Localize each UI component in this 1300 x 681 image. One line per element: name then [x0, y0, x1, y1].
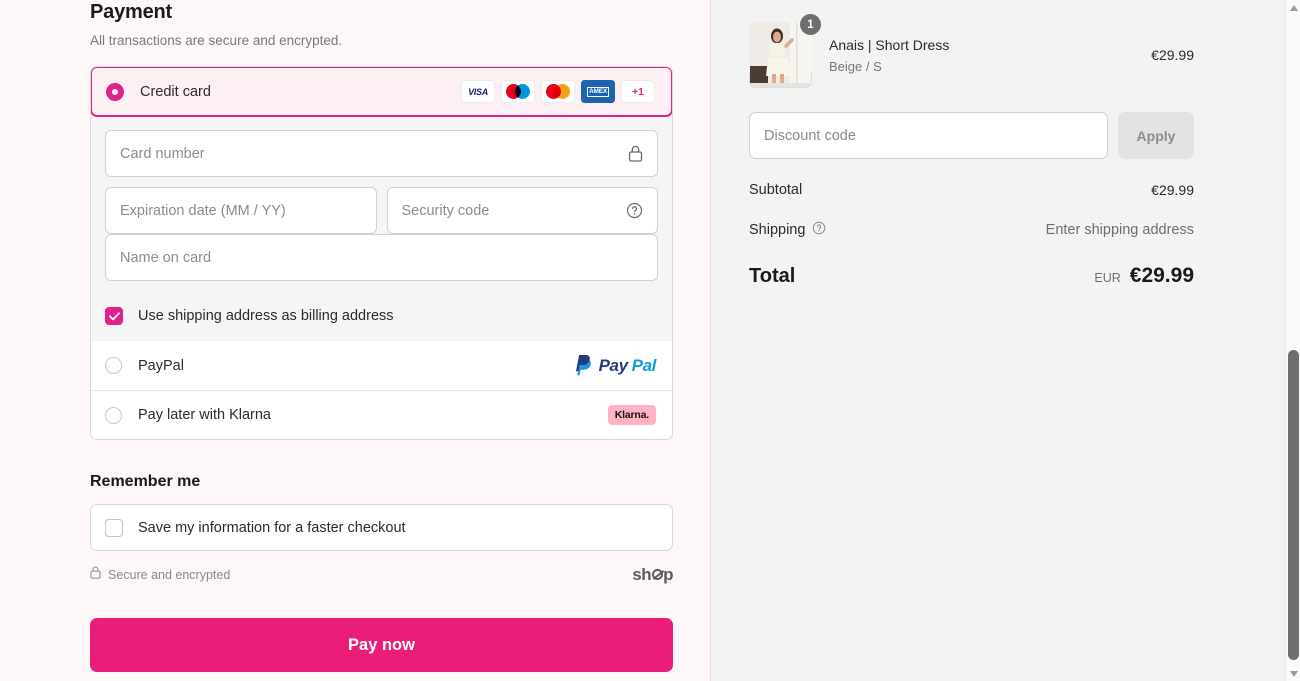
- subtotal-value: €29.99: [1151, 182, 1194, 198]
- billing-address-checkbox-row[interactable]: Use shipping address as billing address: [91, 295, 672, 341]
- card-brand-list: VISA AMEX +1: [461, 80, 655, 103]
- page-scrollbar[interactable]: [1285, 0, 1300, 681]
- checkout-page: Payment All transactions are secure and …: [0, 0, 1300, 681]
- payment-method-klarna[interactable]: Pay later with Klarna Klarna.: [91, 390, 672, 439]
- klarna-logo: Klarna.: [607, 405, 656, 425]
- product-info: Anais | Short Dress Beige / S: [829, 37, 949, 74]
- summary-total: Total EUR €29.99: [749, 264, 1194, 288]
- more-cards-badge[interactable]: +1: [621, 80, 655, 103]
- remember-me-title: Remember me: [90, 473, 201, 490]
- shipping-label-wrap: Shipping: [749, 221, 826, 239]
- summary-line-shipping: Shipping Enter shipping address: [749, 221, 1194, 239]
- save-info-checkbox[interactable]: [105, 518, 123, 537]
- quantity-badge: 1: [800, 14, 821, 35]
- apply-discount-button[interactable]: Apply: [1118, 112, 1194, 159]
- question-circle-icon[interactable]: [626, 202, 643, 219]
- apply-label: Apply: [1136, 127, 1176, 144]
- order-summary-column: 1 Anais | Short Dress Beige / S €29.99 D…: [711, 0, 1300, 681]
- scroll-down-arrow-icon[interactable]: [1286, 666, 1300, 681]
- pay-now-button[interactable]: Pay now: [90, 618, 673, 672]
- lock-icon: [90, 566, 101, 584]
- radio-klarna[interactable]: [105, 406, 122, 424]
- payment-method-label: PayPal: [138, 357, 184, 374]
- page-title: Payment: [90, 1, 172, 23]
- card-number-placeholder: Card number: [120, 145, 205, 162]
- expiration-placeholder: Expiration date (MM / YY): [120, 202, 286, 219]
- shipping-value: Enter shipping address: [1045, 222, 1194, 238]
- total-label: Total: [749, 265, 796, 287]
- payment-subtitle: All transactions are secure and encrypte…: [90, 33, 343, 48]
- discount-row: Discount code Apply: [749, 112, 1194, 159]
- credit-card-form: Card number Expiration date (MM / YY) Se…: [91, 116, 672, 295]
- shop-pay-logo: sh p: [632, 565, 673, 584]
- save-info-label: Save my information for a faster checkou…: [138, 519, 406, 536]
- scroll-up-arrow-icon[interactable]: [1286, 0, 1300, 15]
- paypal-logo: Pay Pal: [575, 355, 656, 376]
- security-code-placeholder: Security code: [401, 202, 490, 219]
- name-on-card-placeholder: Name on card: [120, 249, 212, 266]
- shop-logo-o-glyph: [651, 569, 663, 580]
- pay-now-label: Pay now: [348, 635, 415, 654]
- payment-method-paypal[interactable]: PayPal Pay Pal: [91, 341, 672, 390]
- product-price: €29.99: [1151, 47, 1194, 63]
- billing-address-label: Use shipping address as billing address: [138, 308, 394, 324]
- security-code-field[interactable]: Security code: [386, 187, 658, 234]
- payment-method-label: Pay later with Klarna: [138, 407, 271, 423]
- mastercard-icon: [541, 80, 575, 103]
- maestro-icon: [501, 80, 535, 103]
- discount-code-placeholder: Discount code: [764, 127, 856, 144]
- payment-methods-group: Credit card VISA AMEX +1 Card number Exp…: [90, 66, 673, 440]
- product-thumbnail-wrap: 1: [749, 14, 821, 88]
- discount-code-input[interactable]: Discount code: [749, 112, 1108, 159]
- total-currency: EUR: [1094, 271, 1121, 285]
- payment-column: Payment All transactions are secure and …: [0, 0, 711, 681]
- billing-address-checkbox[interactable]: [105, 307, 123, 325]
- shipping-label: Shipping: [749, 222, 806, 238]
- product-name: Anais | Short Dress: [829, 36, 950, 53]
- name-on-card-field[interactable]: Name on card: [105, 234, 658, 281]
- visa-icon: VISA: [461, 80, 495, 103]
- secure-text: Secure and encrypted: [108, 568, 231, 582]
- total-right: EUR €29.99: [1094, 264, 1194, 288]
- total-amount: €29.99: [1129, 264, 1194, 287]
- radio-credit-card[interactable]: [106, 82, 124, 101]
- amex-icon: AMEX: [581, 80, 615, 103]
- subtotal-label: Subtotal: [749, 182, 803, 198]
- payment-method-credit-card[interactable]: Credit card VISA AMEX +1: [91, 67, 672, 117]
- scrollbar-thumb[interactable]: [1288, 350, 1299, 660]
- order-item: 1 Anais | Short Dress Beige / S €29.99: [749, 14, 1194, 88]
- expiration-date-field[interactable]: Expiration date (MM / YY): [105, 187, 377, 234]
- remember-me-row[interactable]: Save my information for a faster checkou…: [90, 504, 673, 551]
- secure-footer: Secure and encrypted sh p: [90, 565, 673, 585]
- card-expiry-cvc-row: Expiration date (MM / YY) Security code: [105, 187, 658, 234]
- payment-method-label: Credit card: [140, 83, 211, 100]
- lock-icon: [628, 145, 643, 162]
- question-circle-icon[interactable]: [812, 221, 826, 239]
- radio-paypal[interactable]: [105, 357, 122, 374]
- card-number-field[interactable]: Card number: [105, 130, 658, 177]
- product-variant: Beige / S: [829, 58, 882, 74]
- summary-line-subtotal: Subtotal €29.99: [749, 182, 1194, 198]
- product-thumbnail: [749, 22, 812, 88]
